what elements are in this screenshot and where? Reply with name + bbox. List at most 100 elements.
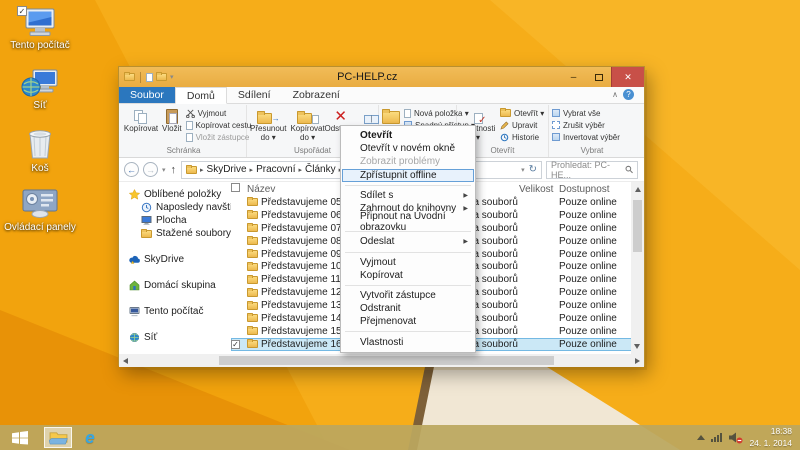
copy-to-button[interactable]: Kopírovat do ▾: [288, 106, 326, 144]
paste-shortcut-button[interactable]: Vložit zástupce: [184, 131, 254, 143]
menu-item[interactable]: Sdílet s ▶: [342, 189, 474, 202]
breadcrumb-item[interactable]: SkyDrive: [207, 164, 247, 175]
taskbar: e 18:38 24. 1. 2014: [0, 425, 800, 450]
network-signal-icon[interactable]: [711, 433, 722, 442]
collapse-ribbon-icon[interactable]: ∧: [612, 90, 618, 99]
file-availability: Pouze online: [559, 197, 630, 208]
new-folder-icon: [382, 111, 400, 124]
ribbon-group-clipboard: Kopírovat Vložit Vyjmout Kopírovat cestu: [121, 105, 247, 157]
menu-item[interactable]: Přejmenovat: [342, 315, 474, 328]
ribbon-tab[interactable]: Domů: [175, 87, 227, 104]
select-all-button[interactable]: Vybrat vše: [550, 107, 622, 119]
menu-item[interactable]: Vlastnosti: [342, 335, 474, 348]
menu-item[interactable]: Zpřístupnit offline: [342, 169, 474, 182]
menu-item[interactable]: Otevřít v novém okně: [342, 142, 474, 155]
address-dropdown-icon[interactable]: ▾: [521, 166, 525, 174]
desktop-icon-kos[interactable]: Koš: [3, 125, 77, 175]
menu-item[interactable]: Otevřít: [342, 129, 474, 142]
sidebar-item-this-pc[interactable]: Tento počítač: [119, 305, 231, 318]
menu-item[interactable]: Odeslat ▶: [342, 235, 474, 248]
desktop-icon-ovladaci-panely[interactable]: Ovládací panely: [3, 188, 77, 234]
desktop-icon-sit[interactable]: Síť: [3, 68, 77, 112]
hidden-icons-arrow[interactable]: [697, 435, 705, 440]
start-button[interactable]: [0, 425, 40, 450]
scroll-up-icon[interactable]: [635, 187, 641, 192]
menu-item[interactable]: Vytvořit zástupce: [342, 289, 474, 302]
volume-muted-icon[interactable]: [728, 431, 743, 444]
cut-button[interactable]: Vyjmout: [184, 107, 254, 119]
close-button[interactable]: ✕: [611, 67, 644, 87]
sidebar-item-skydrive[interactable]: SkyDrive: [119, 253, 231, 266]
internet-explorer-icon: e: [85, 428, 94, 448]
desktop-mini-icon: [141, 215, 152, 226]
back-button[interactable]: ←: [124, 162, 139, 177]
horizontal-scrollbar[interactable]: [119, 354, 644, 367]
paste-shortcut-icon: [186, 133, 193, 142]
menu-item[interactable]: [345, 185, 471, 186]
ribbon-tab[interactable]: Sdílení: [227, 87, 282, 103]
forward-button[interactable]: →: [143, 162, 158, 177]
column-header-size[interactable]: Velikost: [519, 184, 559, 195]
sidebar-item-favorites[interactable]: Oblíbené položky: [119, 188, 231, 201]
taskbar-internet-explorer[interactable]: e: [76, 427, 104, 448]
menu-item[interactable]: Připnout na Úvodní obrazovku: [342, 215, 474, 228]
sidebar-item-network[interactable]: Síť: [119, 331, 231, 344]
vertical-scrollbar[interactable]: [631, 182, 644, 354]
header-checkbox[interactable]: [231, 183, 240, 192]
menu-item[interactable]: [345, 285, 471, 286]
ribbon-tab[interactable]: Soubor: [119, 87, 175, 103]
copy-button[interactable]: Kopírovat: [122, 106, 160, 135]
sidebar-item-recent[interactable]: Naposledy navštíven: [119, 201, 231, 214]
sidebar-item-desktop[interactable]: Plocha: [119, 214, 231, 227]
search-input[interactable]: Prohledat: PC-HE...: [546, 161, 638, 179]
new-folder-button[interactable]: [380, 106, 402, 126]
menu-item[interactable]: Odstranit: [342, 302, 474, 315]
edit-button[interactable]: Upravit: [498, 119, 546, 131]
windows-logo-icon: [12, 431, 28, 445]
refresh-icon[interactable]: ↻: [529, 164, 537, 175]
menu-item[interactable]: [345, 252, 471, 253]
ribbon-tab[interactable]: Zobrazení: [282, 87, 351, 103]
column-header-availability[interactable]: Dostupnost: [559, 184, 630, 195]
file-availability: Pouze online: [559, 261, 630, 272]
select-none-button[interactable]: Zrušit výběr: [550, 119, 622, 131]
sidebar-item-downloads[interactable]: Stažené soubory: [119, 227, 231, 240]
minimize-button[interactable]: –: [561, 67, 586, 87]
menu-item[interactable]: Kopírovat: [342, 269, 474, 282]
horizontal-scroll-thumb[interactable]: [219, 356, 554, 365]
open-button[interactable]: Otevřít ▾: [498, 107, 546, 119]
scroll-left-icon[interactable]: [123, 358, 128, 364]
qat-properties-icon[interactable]: [146, 73, 153, 82]
desktop-icon-tento-pocitac[interactable]: ✓ Tento počítač: [3, 8, 77, 52]
paste-button[interactable]: Vložit: [160, 106, 184, 135]
taskbar-file-explorer[interactable]: [44, 427, 72, 448]
menu-item[interactable]: Vyjmout: [342, 256, 474, 269]
sidebar-item-homegroup[interactable]: Domácí skupina: [119, 279, 231, 292]
menu-item[interactable]: Zobrazit problémy: [342, 155, 474, 168]
menu-item-label: Zpřístupnit offline: [360, 170, 437, 181]
desktop-icon-checkbox[interactable]: ✓: [17, 6, 27, 16]
qat-new-folder-icon[interactable]: [156, 73, 167, 81]
maximize-button[interactable]: [586, 67, 611, 87]
maximize-icon: [595, 74, 603, 81]
row-checkbox[interactable]: ✓: [231, 340, 240, 349]
menu-item[interactable]: [345, 331, 471, 332]
scroll-down-icon[interactable]: [634, 344, 640, 349]
taskbar-clock[interactable]: 18:38 24. 1. 2014: [749, 426, 792, 448]
move-to-button[interactable]: → Přesunout do ▾: [248, 106, 288, 144]
vertical-scroll-thumb[interactable]: [633, 200, 642, 252]
up-button[interactable]: ↑: [171, 164, 177, 176]
history-button[interactable]: Historie: [498, 131, 546, 143]
invert-selection-button[interactable]: Invertovat výběr: [550, 131, 622, 143]
recent-locations-icon[interactable]: ▾: [162, 166, 166, 174]
title-bar[interactable]: ▾ PC-HELP.cz – ✕: [119, 67, 644, 87]
folder-icon: [247, 314, 258, 322]
scroll-right-icon[interactable]: [635, 358, 640, 364]
help-icon[interactable]: ?: [623, 89, 634, 100]
folder-icon: [247, 327, 258, 335]
file-availability: Pouze online: [559, 274, 630, 285]
copy-path-button[interactable]: Kopírovat cestu: [184, 119, 254, 131]
breadcrumb-item[interactable]: Články: [305, 164, 336, 175]
folder-icon: [247, 276, 258, 284]
breadcrumb-item[interactable]: Pracovní: [256, 164, 295, 175]
